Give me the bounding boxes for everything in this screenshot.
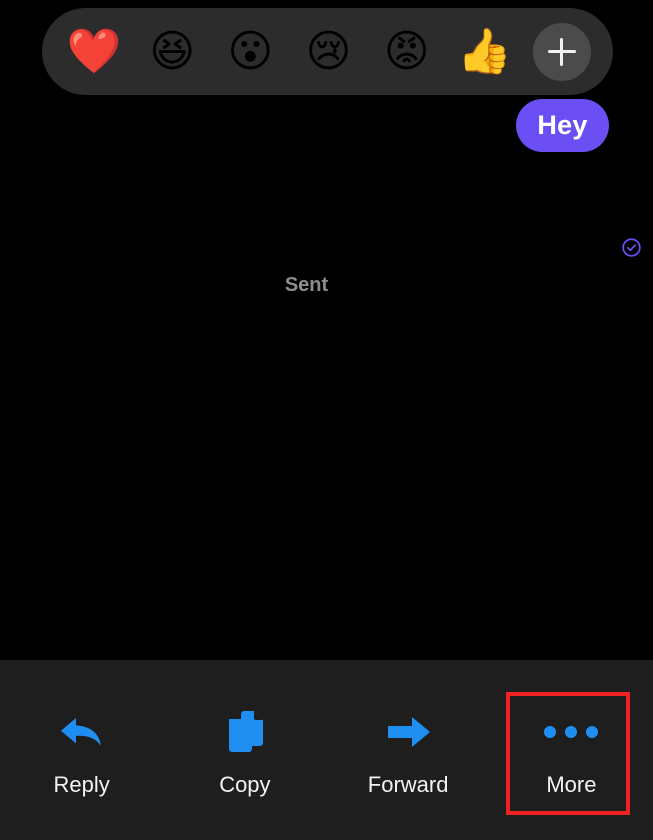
reaction-thumbs-up-emoji[interactable]: 👍	[455, 22, 515, 82]
action-reply-label: Reply	[53, 772, 110, 797]
action-copy-label: Copy	[219, 772, 271, 797]
message-bubble[interactable]: Hey	[516, 99, 609, 152]
action-reply[interactable]: Reply	[0, 660, 163, 840]
message-action-bar: Reply Copy Forward More	[0, 660, 653, 840]
more-dot-2	[565, 726, 578, 738]
more-dot-3	[586, 726, 599, 738]
more-dot-1	[544, 726, 557, 738]
plus-icon-vertical	[560, 37, 564, 66]
copy-icon	[223, 704, 267, 760]
reply-arrow-icon	[54, 704, 110, 760]
action-forward-label: Forward	[367, 772, 449, 797]
forward-arrow-icon	[382, 704, 434, 760]
action-copy[interactable]: Copy	[163, 660, 326, 840]
message-status-label: Sent	[284, 274, 329, 296]
reaction-laughing-emoji[interactable]: 😆	[142, 22, 202, 82]
laughing-emoji: 😆	[149, 25, 196, 77]
conversation-canvas: Hey Sent	[0, 0, 653, 660]
reaction-angry-emoji[interactable]: 😡	[377, 22, 437, 82]
add-reaction-button[interactable]	[532, 22, 591, 81]
more-dots-icon	[544, 704, 599, 760]
outgoing-message-row: Hey Sent	[0, 99, 653, 296]
reaction-surprised-emoji[interactable]: 😮	[220, 22, 280, 82]
action-forward[interactable]: Forward	[327, 660, 490, 840]
heart-emoji: ❤️	[66, 25, 122, 77]
check-circle-icon	[621, 237, 642, 258]
reaction-sad-emoji[interactable]: 😢	[298, 22, 358, 82]
angry-emoji: 😡	[383, 25, 430, 77]
reaction-heart-emoji[interactable]: ❤️	[64, 22, 124, 82]
surprised-emoji: 😮	[227, 25, 274, 77]
sad-emoji: 😢	[305, 25, 352, 77]
thumbs-up-emoji: 👍	[457, 25, 513, 77]
message-text: Hey	[537, 110, 588, 140]
action-more[interactable]: More	[490, 660, 653, 840]
action-more-label: More	[546, 772, 597, 797]
message-reaction-picker[interactable]: ❤️ 😆 😮 😢 😡 👍	[42, 8, 613, 95]
